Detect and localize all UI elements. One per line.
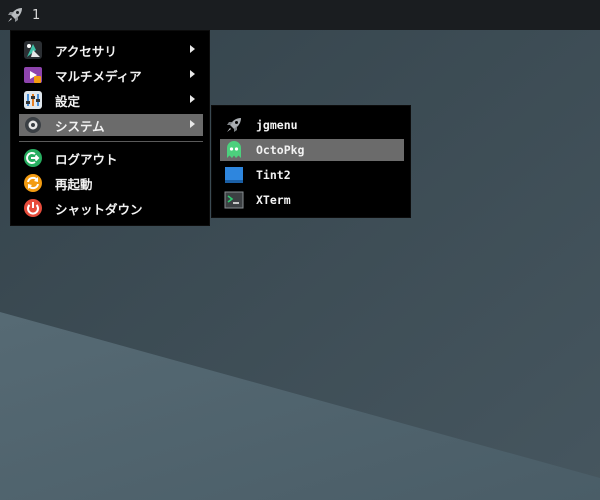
menu-item-logout[interactable]: ログアウト xyxy=(19,147,203,169)
submenu-item-tint2[interactable]: Tint2 xyxy=(220,164,404,186)
submenu-arrow-icon xyxy=(190,70,195,78)
submenu-arrow-icon xyxy=(190,45,195,53)
menu-item-label: システム xyxy=(55,118,105,134)
submenu-item-octopkg[interactable]: OctoPkg xyxy=(220,139,404,161)
reboot-icon xyxy=(23,173,43,193)
menu-item-shutdown[interactable]: シャットダウン xyxy=(19,197,203,219)
menu-item-label: シャットダウン xyxy=(55,201,143,217)
rocket-icon xyxy=(8,8,22,22)
octopkg-icon xyxy=(224,140,244,160)
shutdown-icon xyxy=(23,198,43,218)
menu-launcher-button[interactable] xyxy=(0,0,30,30)
menu-item-reboot[interactable]: 再起動 xyxy=(19,172,203,194)
menu-item-accessories[interactable]: アクセサリ xyxy=(19,39,203,61)
menu-item-label: jgmenu xyxy=(256,118,298,132)
multimedia-icon xyxy=(23,65,43,85)
menu-item-label: Tint2 xyxy=(256,168,291,182)
menu-item-label: アクセサリ xyxy=(55,43,117,59)
menu-item-label: マルチメディア xyxy=(55,68,142,84)
menu-item-label: 設定 xyxy=(55,93,81,109)
menu-item-label: OctoPkg xyxy=(256,143,305,157)
settings-icon xyxy=(23,90,43,110)
menu-item-label: 再起動 xyxy=(55,176,93,192)
main-menu: アクセサリ マルチメディア 設定 システム ログアウト 再起動 シャットダウン xyxy=(10,30,210,226)
menu-item-label: XTerm xyxy=(256,193,291,207)
terminal-icon xyxy=(224,190,244,210)
submenu-item-xterm[interactable]: XTerm xyxy=(220,189,404,211)
menu-item-settings[interactable]: 設定 xyxy=(19,89,203,111)
submenu-arrow-icon xyxy=(190,120,195,128)
tint2-icon xyxy=(224,165,244,185)
rocket-icon xyxy=(224,115,244,135)
menu-item-label: ログアウト xyxy=(55,151,118,167)
menu-separator xyxy=(19,141,203,142)
menu-item-multimedia[interactable]: マルチメディア xyxy=(19,64,203,86)
accessories-icon xyxy=(23,40,43,60)
submenu-arrow-icon xyxy=(190,95,195,103)
system-icon xyxy=(23,115,43,135)
logout-icon xyxy=(23,148,43,168)
submenu-item-jgmenu[interactable]: jgmenu xyxy=(220,114,404,136)
workspace-indicator[interactable]: 1 xyxy=(32,8,40,23)
menu-item-system[interactable]: システム xyxy=(19,114,203,136)
system-submenu: jgmenu OctoPkg Tint2 XTerm xyxy=(211,105,411,218)
top-panel: 1 xyxy=(0,0,600,30)
